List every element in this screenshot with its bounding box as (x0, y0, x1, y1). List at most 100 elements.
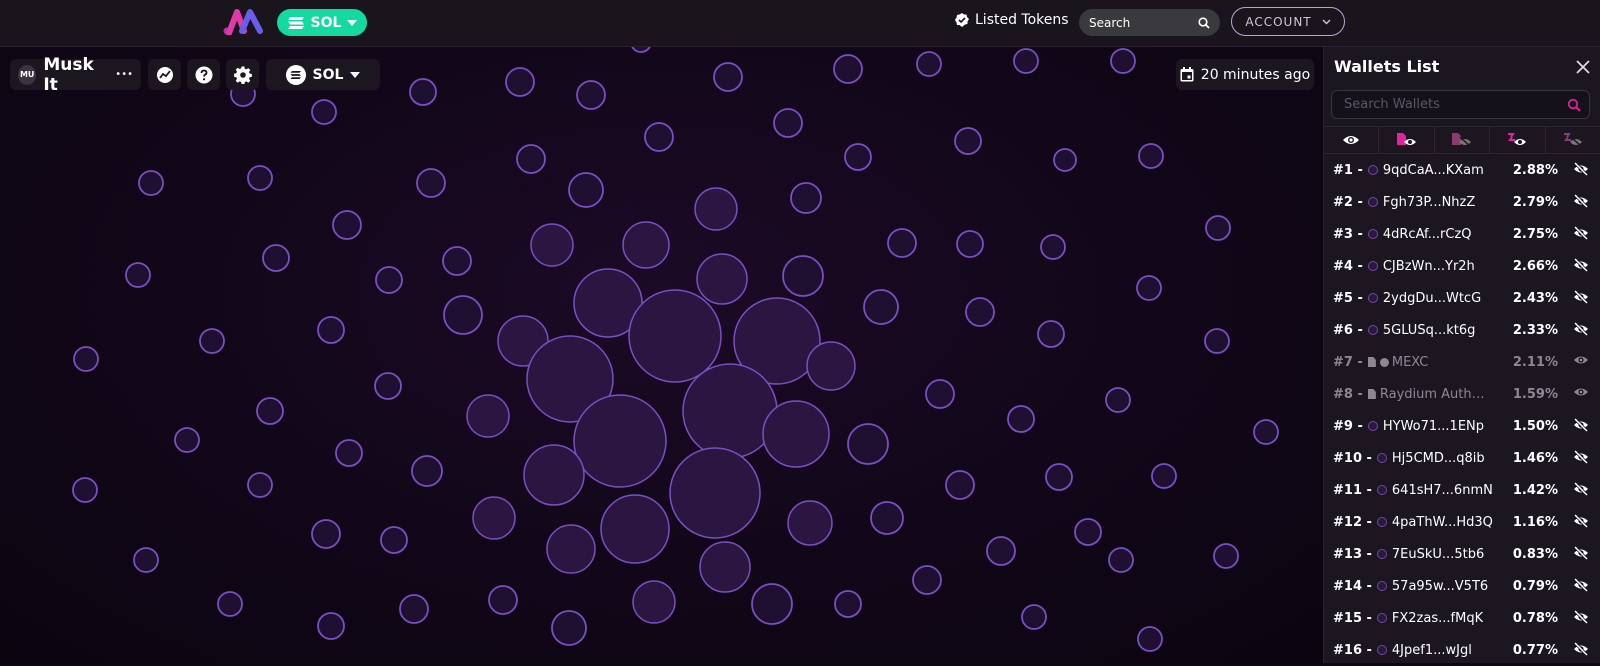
holder-bubble[interactable] (311, 519, 341, 549)
holder-bubble[interactable] (986, 536, 1016, 566)
holder-bubble[interactable] (1105, 387, 1131, 413)
holder-bubble[interactable] (374, 372, 402, 400)
stats-button[interactable] (148, 59, 181, 90)
holder-bubble[interactable] (73, 346, 99, 372)
wallet-row[interactable]: #16 - 4Jpef1...wJgl 0.77% (1324, 634, 1600, 666)
holder-bubble[interactable] (256, 397, 284, 425)
holder-bubble[interactable] (472, 496, 516, 540)
holder-bubble[interactable] (442, 246, 472, 276)
holder-bubble[interactable] (622, 221, 670, 269)
bubble-map-svg[interactable] (0, 47, 1323, 663)
holder-bubble[interactable] (516, 144, 546, 174)
hide-wallet-icon[interactable] (1573, 193, 1589, 212)
holder-bubble[interactable] (217, 591, 243, 617)
holder-bubble[interactable] (699, 541, 751, 593)
holder-bubble[interactable] (965, 297, 995, 327)
holder-bubble[interactable] (1213, 543, 1239, 569)
close-icon[interactable] (1576, 55, 1590, 79)
holder-bubble[interactable] (375, 266, 403, 294)
wallet-row[interactable]: #10 - Hj5CMD...q8ib 1.46% (1324, 442, 1600, 474)
holder-bubble[interactable] (1045, 463, 1073, 491)
holder-bubble[interactable] (174, 427, 200, 453)
holder-bubble[interactable] (380, 526, 408, 554)
holder-bubble[interactable] (954, 127, 982, 155)
holder-bubble[interactable] (399, 594, 429, 624)
holder-bubble[interactable] (925, 379, 955, 409)
network-selector[interactable]: SOL (266, 59, 380, 90)
holder-bubble[interactable] (411, 455, 443, 487)
more-options-icon[interactable]: ••• (115, 69, 133, 80)
chain-selector-button[interactable]: SOL (277, 9, 367, 36)
holder-bubble[interactable] (669, 447, 761, 539)
holder-bubble[interactable] (790, 182, 822, 214)
hide-wallet-icon[interactable] (1573, 513, 1589, 532)
show-all-filter[interactable] (1324, 127, 1380, 153)
holder-bubble[interactable] (530, 223, 574, 267)
holder-bubble[interactable] (335, 439, 363, 467)
holder-bubble[interactable] (1137, 626, 1163, 652)
holder-bubble[interactable] (628, 289, 722, 383)
hide-wallet-icon[interactable] (1573, 481, 1589, 500)
holder-bubble[interactable] (546, 524, 596, 574)
holder-bubble[interactable] (523, 444, 585, 506)
holder-bubble[interactable] (573, 394, 667, 488)
hide-wallet-icon[interactable] (1573, 417, 1589, 436)
holder-bubble[interactable] (945, 470, 975, 500)
holder-bubble[interactable] (576, 80, 606, 110)
hide-wallet-icon[interactable] (1573, 289, 1589, 308)
holder-bubble[interactable] (887, 228, 917, 258)
hide-exchanges-filter[interactable] (1546, 127, 1600, 153)
holder-bubble[interactable] (1204, 328, 1230, 354)
holder-bubble[interactable] (443, 295, 483, 335)
wallet-row[interactable]: #11 - 641sH7...6nmN 1.42% (1324, 474, 1600, 506)
holder-bubble[interactable] (632, 580, 676, 624)
holder-bubble[interactable] (644, 122, 674, 152)
holder-bubble[interactable] (332, 210, 362, 240)
hide-contracts-filter[interactable] (1435, 127, 1491, 153)
holder-bubble[interactable] (416, 168, 446, 198)
hide-wallet-icon[interactable] (1573, 257, 1589, 276)
show-wallet-icon[interactable] (1573, 386, 1589, 402)
wallet-row[interactable]: #3 - 4dRcAf...rCzQ 2.75% (1324, 218, 1600, 250)
settings-button[interactable] (226, 59, 259, 90)
holder-bubble[interactable] (1110, 48, 1136, 74)
wallet-row[interactable]: #5 - 2ydgDu...WtcG 2.43% (1324, 282, 1600, 314)
hide-wallet-icon[interactable] (1573, 449, 1589, 468)
holder-bubble[interactable] (782, 255, 824, 297)
holder-bubble[interactable] (1108, 547, 1134, 573)
wallet-row[interactable]: #13 - 7EuSkU...5tb6 0.83% (1324, 538, 1600, 570)
holder-bubble[interactable] (133, 547, 159, 573)
hide-wallet-icon[interactable] (1573, 609, 1589, 628)
wallet-row[interactable]: #2 - Fgh73P...NhzZ 2.79% (1324, 186, 1600, 218)
holder-bubble[interactable] (806, 341, 856, 391)
holder-bubble[interactable] (247, 165, 273, 191)
holder-bubble[interactable] (631, 47, 651, 53)
holder-bubble[interactable] (1021, 604, 1047, 630)
holder-bubble[interactable] (568, 172, 604, 208)
token-info-box[interactable]: MU Musk It ••• (10, 55, 141, 95)
holder-bubble[interactable] (466, 394, 510, 438)
holder-bubble[interactable] (1136, 275, 1162, 301)
wallet-row[interactable]: #8 - Raydium Authority 1.59% (1324, 378, 1600, 410)
holder-bubble[interactable] (488, 585, 518, 615)
holder-bubble[interactable] (682, 363, 778, 459)
holder-bubble[interactable] (844, 143, 872, 171)
hide-wallet-icon[interactable] (1573, 161, 1589, 180)
holder-bubble[interactable] (125, 262, 151, 288)
show-contracts-filter[interactable] (1379, 127, 1435, 153)
last-updated-box[interactable]: 20 minutes ago (1176, 59, 1314, 90)
holder-bubble[interactable] (72, 477, 98, 503)
holder-bubble[interactable] (694, 187, 738, 231)
wallet-search-input[interactable]: Search Wallets (1331, 90, 1590, 119)
hide-wallet-icon[interactable] (1573, 545, 1589, 564)
wallet-row[interactable]: #9 - HYWo71...1ENp 1.50% (1324, 410, 1600, 442)
wallet-row[interactable]: #6 - 5GLUSq...kt6g 2.33% (1324, 314, 1600, 346)
holder-bubble[interactable] (762, 400, 830, 468)
holder-bubble[interactable] (505, 67, 535, 97)
wallet-row[interactable]: #12 - 4paThW...Hd3Q 1.16% (1324, 506, 1600, 538)
holder-bubble[interactable] (1053, 148, 1077, 172)
wallet-row[interactable]: #1 - 9qdCaA...KXam 2.88% (1324, 154, 1600, 186)
holder-bubble[interactable] (1013, 48, 1039, 74)
holder-bubble[interactable] (1138, 143, 1164, 169)
holder-bubble[interactable] (696, 253, 748, 305)
